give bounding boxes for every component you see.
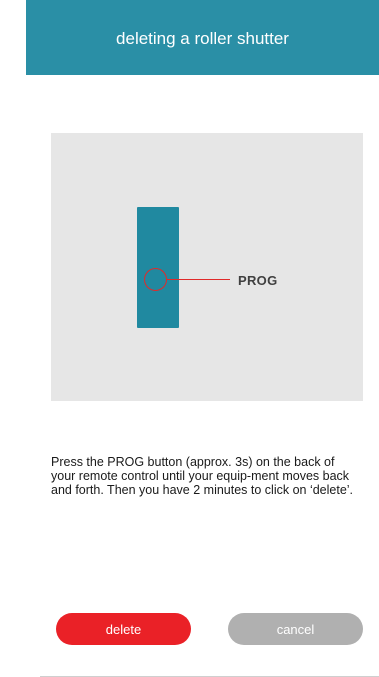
page-title: deleting a roller shutter [116, 28, 289, 48]
delete-button[interactable]: delete [56, 613, 191, 645]
remote-illustration: PROG [51, 133, 363, 401]
header-bar: deleting a roller shutter [26, 0, 379, 75]
prog-button-marker [144, 268, 167, 291]
prog-label: PROG [238, 273, 278, 288]
prog-pointer-line [167, 279, 230, 281]
cancel-button[interactable]: cancel [228, 613, 363, 645]
instruction-text: Press the PROG button (approx. 3s) on th… [51, 455, 354, 497]
